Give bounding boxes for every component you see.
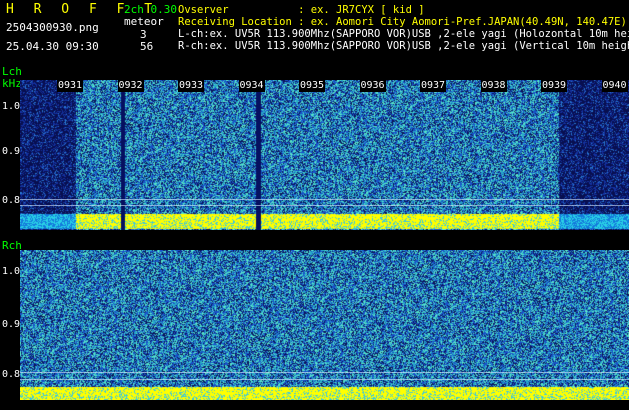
time-marker: 0938 xyxy=(480,80,507,92)
lch-gridline xyxy=(20,199,629,200)
meteor-label: meteor xyxy=(124,15,164,28)
rch-gridline xyxy=(20,379,629,380)
channel-mode-label: 2ch 0.30 xyxy=(124,3,177,16)
filename-label: 2504300930.png xyxy=(6,21,99,34)
rch-spectrogram xyxy=(20,250,629,400)
time-marker: 0933 xyxy=(178,80,205,92)
time-marker: 0932 xyxy=(117,80,144,92)
meteor-count-rch: 56 xyxy=(140,40,154,53)
time-marker: 0939 xyxy=(541,80,568,92)
lch-ytick-0.8: 0.8 xyxy=(2,195,21,206)
time-marker: 0935 xyxy=(299,80,326,92)
rch-ytick-0.9: 0.9 xyxy=(2,319,21,330)
observer-line: Ovserver : ex. JR7CYX [ kid ] xyxy=(178,4,425,16)
lch-ytick-0.9: 0.9 xyxy=(2,146,21,157)
rch-label: Rch xyxy=(2,239,22,252)
location-line: Receiving Location : ex. Aomori City Aom… xyxy=(178,16,627,28)
time-marker: 0934 xyxy=(238,80,265,92)
rch-ytick-1.0: 1.0 xyxy=(2,266,21,277)
time-marker: 0937 xyxy=(420,80,447,92)
lch-unit-label: kHz xyxy=(2,77,22,90)
lch-gridline xyxy=(20,205,629,206)
time-marker: 0940 xyxy=(601,80,628,92)
rch-gridline xyxy=(20,372,629,373)
lch-spectrogram xyxy=(20,80,629,230)
time-marker: 0931 xyxy=(57,80,84,92)
rch-ytick-0.8: 0.8 xyxy=(2,369,21,380)
lch-receiver-line: L-ch:ex. UV5R 113.900Mhz(SAPPORO VOR)USB… xyxy=(178,28,629,40)
lch-ytick-1.0: 1.0 xyxy=(2,101,21,112)
datetime-label: 25.04.30 09:30 xyxy=(6,40,99,53)
time-marker: 0936 xyxy=(359,80,386,92)
rch-receiver-line: R-ch:ex. UV5R 113.900Mhz(SAPPORO VOR)USB… xyxy=(178,40,629,52)
lch-label: Lch xyxy=(2,65,22,78)
meteor-count-lch: 3 xyxy=(140,28,147,41)
